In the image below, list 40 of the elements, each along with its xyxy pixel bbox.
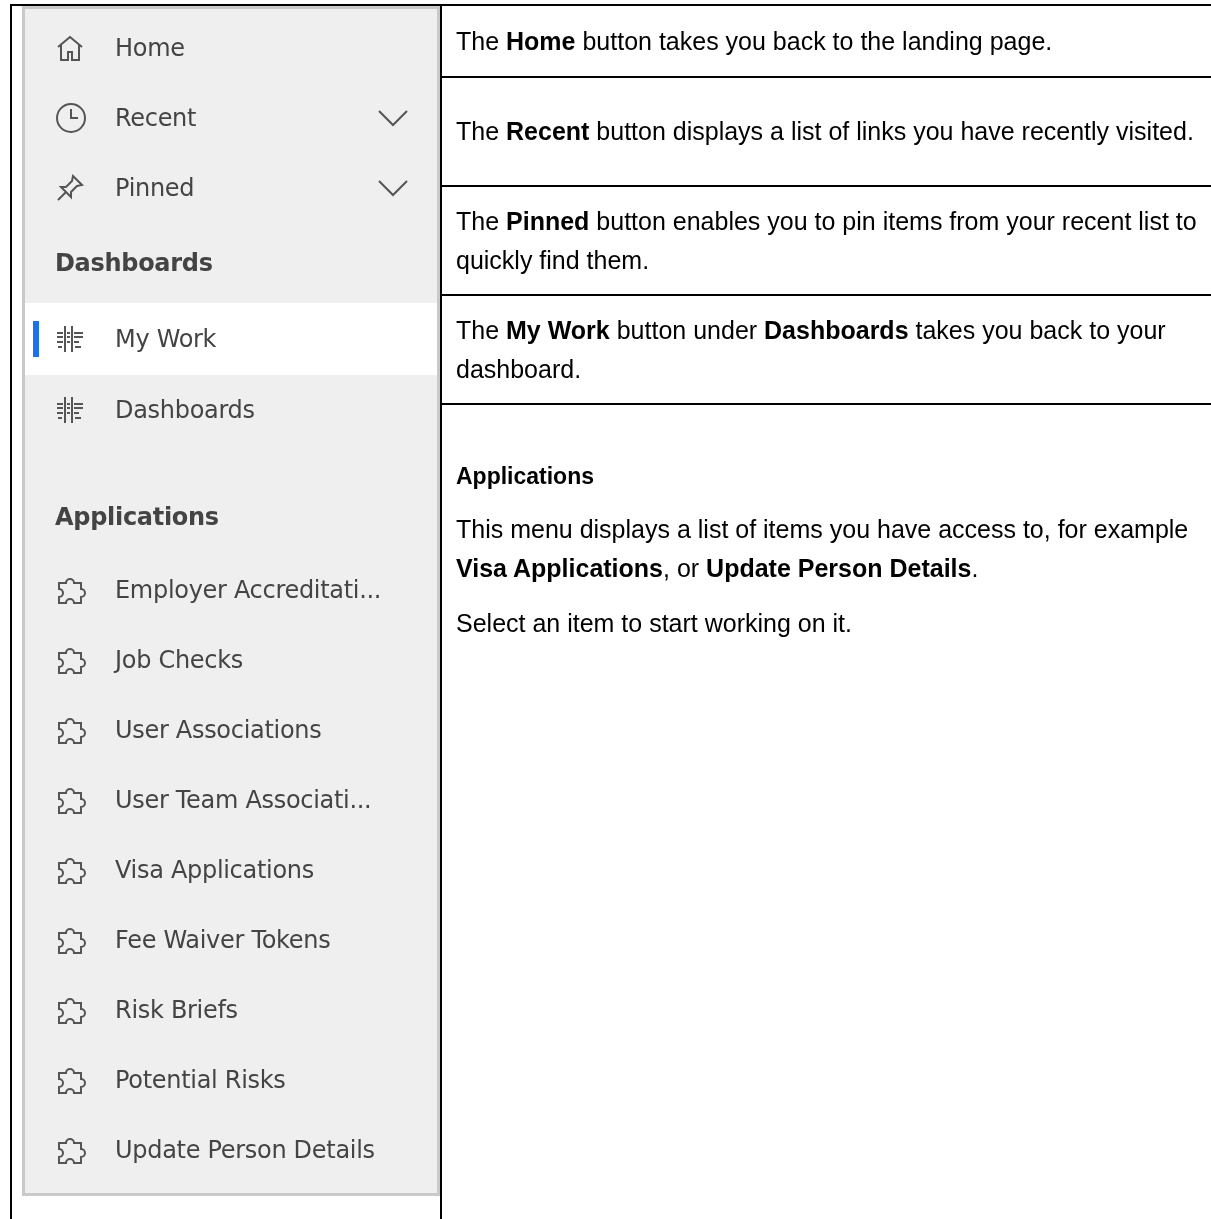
puzzle-icon [55,995,87,1025]
section-heading: Dashboards [54,248,214,279]
nav-item[interactable]: Job Checks [25,625,437,695]
nav-item[interactable]: Recent [25,83,437,153]
nav-item[interactable]: Update Person Details [25,1115,437,1185]
pin-icon [55,173,85,203]
dashboard-icon [55,395,85,425]
description-text: The My Work button under Dashboards takes you back to your dashboard. [456,314,1167,385]
nav-item[interactable]: User Team Associati... [25,765,437,835]
puzzle-icon [55,1065,87,1095]
puzzle-icon [55,1135,87,1165]
nav-item[interactable]: My Work [25,303,437,375]
home-icon [55,34,85,62]
description-text: The Pinned button enables you to pin items from your recent list to quickly find them. [456,205,1197,276]
puzzle-icon [55,575,87,605]
clock-icon [55,102,87,134]
nav-item[interactable]: Visa Applications [25,835,437,905]
chevron-down-icon [377,109,409,127]
selection-indicator [33,321,39,357]
puzzle-icon [55,785,87,815]
puzzle-icon [55,925,87,955]
help-heading: Applications [456,463,595,490]
nav-item[interactable]: Home [25,13,437,83]
nav-item[interactable]: Potential Risks [25,1045,437,1115]
puzzle-icon [55,715,87,745]
description-text: The Recent button displays a list of links you have recently visited. [456,116,1194,147]
nav-item[interactable]: Dashboards [25,375,437,445]
chevron-down-icon [377,179,409,197]
puzzle-icon [55,645,87,675]
help-text: Select an item to start working on it. [456,608,853,639]
nav-item[interactable]: Fee Waiver Tokens [25,905,437,975]
nav-item[interactable]: Risk Briefs [25,975,437,1045]
section-heading: Applications [54,502,220,533]
nav-item[interactable]: Pinned [25,153,437,223]
dashboard-icon [55,324,85,354]
description-text: The Home button takes you back to the landing page. [456,25,1053,57]
nav-item[interactable]: Employer Accreditati... [25,555,437,625]
help-text: This menu displays a list of items you have access to, for example Visa Applications, or Update Person Details. [456,514,1190,584]
nav-item[interactable]: User Associations [25,695,437,765]
puzzle-icon [55,855,87,885]
